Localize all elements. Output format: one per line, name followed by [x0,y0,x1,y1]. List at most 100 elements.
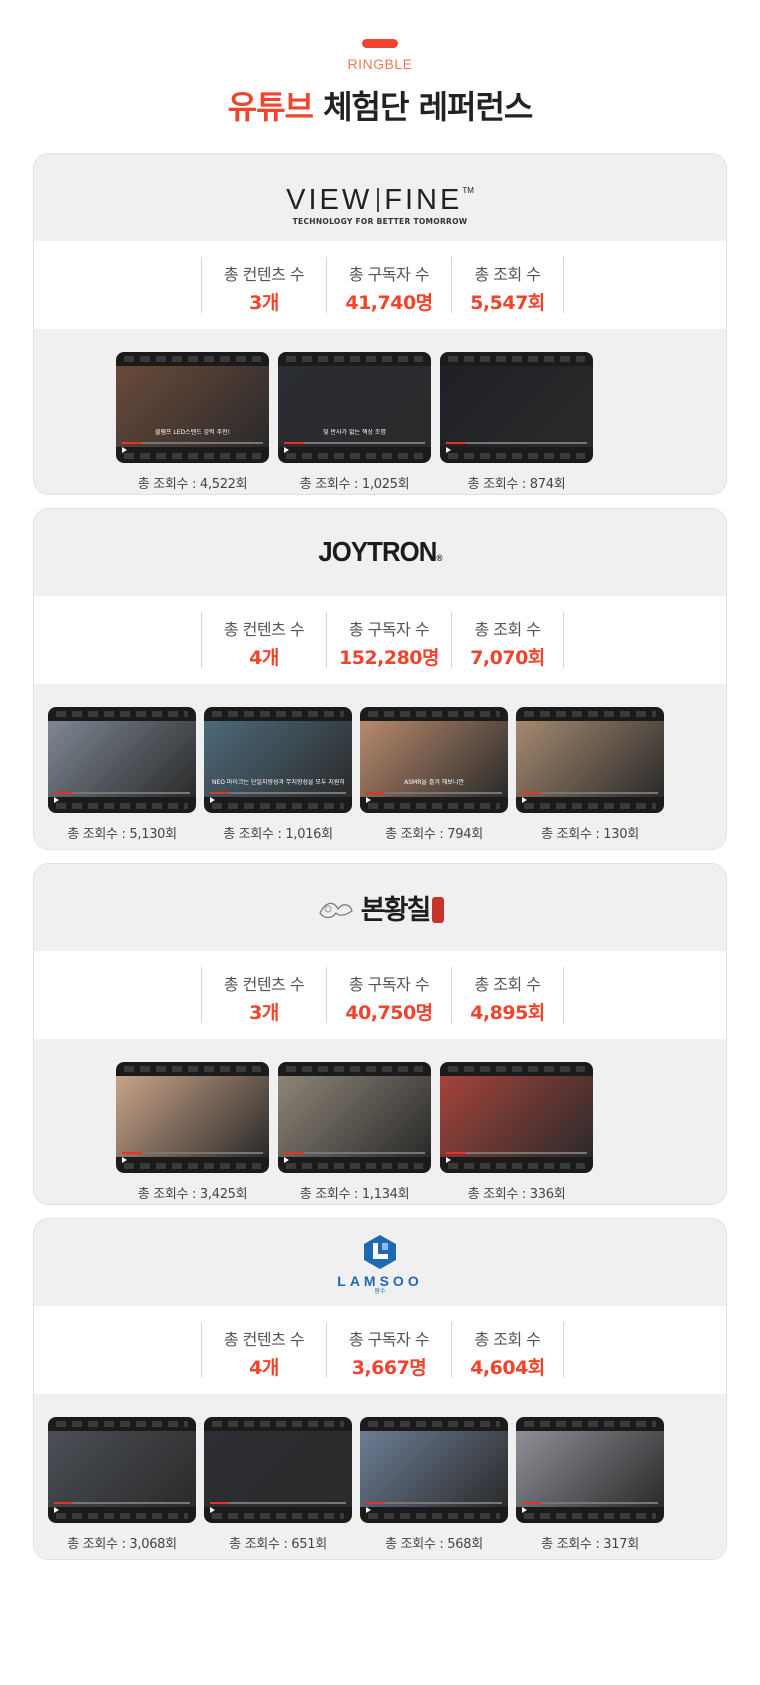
video-view-count: 총 조회수 : 4,522회 [137,477,248,492]
film-strip [448,356,585,362]
video-progress-bar[interactable] [210,1502,346,1504]
page-header: RINGBLE 유튜브 체험단 레퍼런스 [0,0,760,150]
flower-icon [318,902,353,919]
stat-contents: 총 컨텐츠 수 4개 [202,612,327,669]
stat-contents: 총 컨텐츠 수 3개 [202,257,327,314]
video-frame [278,1076,431,1157]
video-progress-bar[interactable] [54,792,190,794]
stat-label: 총 컨텐츠 수 [223,1330,305,1349]
stat-views: 총 조회 수 7,070회 [452,612,564,669]
title-rest: 체험단 레퍼런스 [312,88,533,126]
stat-label: 총 조회 수 [474,620,541,639]
video-item[interactable]: 총 조회수 : 1,134회 [278,1062,431,1202]
video-thumbnail[interactable] [440,352,593,463]
video-progress-bar[interactable] [446,1152,587,1154]
video-frame [516,1431,664,1507]
video-view-count: 총 조회수 : 3,425회 [137,1187,248,1202]
video-thumbnail[interactable] [360,1417,508,1523]
stat-subscribers: 총 구독자 수 3,667명 [327,1322,452,1379]
video-item[interactable]: 총 조회수 : 3,068회 [48,1417,196,1552]
video-item[interactable]: ASMR을 즐겨 해보니깐 총 조회수 : 794회 [360,707,508,842]
brand-label: RINGBLE [347,56,413,72]
video-view-count: 총 조회수 : 336회 [467,1187,566,1202]
logo-word: LAMSOO [337,1273,423,1289]
stats-row: 총 컨텐츠 수 4개 총 구독자 수 152,280명 총 조회 수 7,070회 [201,612,564,669]
brand-logo-area: JOYTRON® [34,509,726,596]
stat-subscribers: 총 구독자 수 40,750명 [327,967,452,1024]
video-item[interactable]: 총 조회수 : 5,130회 [48,707,196,842]
video-progress-bar[interactable] [446,442,587,444]
video-thumbnail[interactable] [278,1062,431,1173]
video-thumbnail[interactable] [516,1417,664,1523]
video-item[interactable]: 클램프 LED스탠드 강력 추천! 총 조회수 : 4,522회 [116,352,269,492]
video-caption: ASMR을 즐겨 해보니깐 [404,779,464,786]
seal-stamp [432,897,445,923]
video-thumbnail[interactable] [48,707,196,813]
video-progress-bar[interactable] [522,792,658,794]
video-progress-bar[interactable] [210,792,346,794]
film-strip [124,1163,261,1169]
stat-value: 3개 [249,1002,279,1024]
video-item[interactable]: 총 조회수 : 317회 [516,1417,664,1552]
video-progress-bar[interactable] [284,1152,425,1154]
stat-subscribers: 총 구독자 수 152,280명 [327,612,452,669]
video-item[interactable]: 총 조회수 : 336회 [440,1062,593,1202]
video-frame: NEO 마이크는 단일지향성과 무지향성을 모두 지원하기 때문에 [204,721,352,797]
video-frame: 클램프 LED스탠드 강력 추천! [116,366,269,447]
stats-row: 총 컨텐츠 수 3개 총 구독자 수 40,750명 총 조회 수 4,895회 [201,967,564,1024]
video-item[interactable]: 총 조회수 : 3,425회 [116,1062,269,1202]
video-item[interactable]: 총 조회수 : 651회 [204,1417,352,1552]
video-progress-bar[interactable] [122,442,263,444]
video-item[interactable]: NEO 마이크는 단일지향성과 무지향성을 모두 지원하기 때문에총 조회수 :… [204,707,352,842]
logo-tagline: TECHNOLOGY FOR BETTER TOMORROW [292,217,468,226]
stat-value: 4,604회 [470,1357,545,1379]
film-strip [212,711,344,717]
stat-label: 총 컨텐츠 수 [223,620,305,639]
progress-fill [446,1152,466,1154]
viewfine-logo: VIEW FINETM TECHNOLOGY FOR BETTER TOMORRO… [34,176,726,226]
stat-contents: 총 컨텐츠 수 3개 [202,967,327,1024]
video-thumbnail[interactable]: ASMR을 즐겨 해보니깐 [360,707,508,813]
film-strip [524,711,656,717]
video-thumbnail[interactable] [116,1062,269,1173]
video-thumbnail[interactable]: NEO 마이크는 단일지향성과 무지향성을 모두 지원하기 때문에 [204,707,352,813]
video-progress-bar[interactable] [366,792,502,794]
film-strip [56,711,188,717]
film-strip [368,803,500,809]
video-view-count: 총 조회수 : 568회 [385,1537,483,1552]
video-list: 클램프 LED스탠드 강력 추천! 총 조회수 : 4,522회 빛 반사가 없는 … [34,329,726,494]
video-thumbnail[interactable]: 클램프 LED스탠드 강력 추천! [116,352,269,463]
stats-area: 총 컨텐츠 수 4개 총 구독자 수 152,280명 총 조회 수 7,070회 [34,596,726,684]
brand-card-joytron: JOYTRON® 총 컨텐츠 수 4개 총 구독자 수 152,280명 총 조회 … [33,508,727,850]
stat-contents: 총 컨텐츠 수 4개 [202,1322,327,1379]
progress-fill [522,792,542,794]
video-thumbnail[interactable] [440,1062,593,1173]
video-thumbnail[interactable] [204,1417,352,1523]
video-thumbnail[interactable] [516,707,664,813]
logo-separator [377,188,380,212]
progress-fill [54,1502,74,1504]
film-strip [56,1421,188,1427]
film-strip [368,1421,500,1427]
video-progress-bar[interactable] [54,1502,190,1504]
video-progress-bar[interactable] [522,1502,658,1504]
video-thumbnail[interactable] [48,1417,196,1523]
stats-row: 총 컨텐츠 수 4개 총 구독자 수 3,667명 총 조회 수 4,604회 [201,1322,564,1379]
video-view-count: 총 조회수 : 3,068회 [67,1537,177,1552]
progress-fill [210,1502,230,1504]
progress-fill [366,1502,386,1504]
video-progress-bar[interactable] [284,442,425,444]
progress-fill [122,1152,142,1154]
video-list: 총 조회수 : 3,425회 총 조회수 : 1,134회 총 조회수 : 336회 [34,1039,726,1204]
stat-label: 총 조회 수 [474,975,541,994]
video-progress-bar[interactable] [366,1502,502,1504]
film-strip [124,453,261,459]
video-view-count: 총 조회수 : 874회 [467,477,566,492]
video-item[interactable]: 총 조회수 : 874회 [440,352,593,492]
video-thumbnail[interactable]: 빛 반사가 없는 책상 조명 [278,352,431,463]
video-item[interactable]: 총 조회수 : 130회 [516,707,664,842]
video-progress-bar[interactable] [122,1152,263,1154]
video-item[interactable]: 빛 반사가 없는 책상 조명 총 조회수 : 1,025회 [278,352,431,492]
video-item[interactable]: 총 조회수 : 568회 [360,1417,508,1552]
progress-fill [284,442,304,444]
